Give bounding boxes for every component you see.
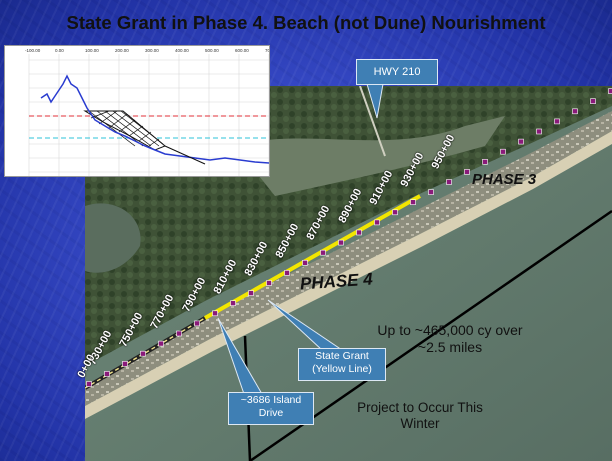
station-marker (410, 199, 416, 205)
phase-3-label: PHASE 3 (472, 171, 537, 188)
station-marker (140, 350, 146, 357)
station-marker (284, 270, 290, 276)
station-marker (428, 189, 434, 195)
inset-x-tick-label: 300.00 (145, 48, 159, 53)
inset-x-tick-label: -100.00 (25, 48, 41, 53)
inset-x-tick-label: 700.0 (265, 48, 270, 53)
inset-x-tick-label: 600.00 (235, 48, 249, 53)
address-callout: ~3686 Island Drive (228, 392, 314, 425)
station-marker (518, 138, 524, 145)
station-marker (176, 330, 182, 337)
station-marker (230, 300, 236, 306)
station-marker (392, 209, 398, 216)
station-marker (320, 249, 326, 256)
station-marker (302, 260, 308, 266)
station-marker (374, 219, 380, 226)
station-marker (572, 108, 578, 115)
station-marker (500, 148, 506, 155)
station-marker (464, 169, 470, 175)
inset-background (5, 46, 269, 176)
station-marker (536, 128, 542, 135)
station-marker (104, 371, 110, 377)
station-marker (338, 239, 344, 246)
station-marker (86, 381, 92, 387)
station-marker (212, 310, 218, 317)
hwy-210-callout: HWY 210 (356, 59, 438, 85)
volume-note: Up to ~465,000 cy over ~2.5 miles (377, 322, 523, 355)
station-marker (248, 290, 254, 296)
schedule-note: Project to Occur This Winter (357, 400, 483, 432)
station-marker (608, 88, 612, 94)
station-marker (446, 179, 452, 185)
station-marker (266, 280, 272, 286)
inset-x-tick-label: 0.00 (55, 48, 64, 53)
station-marker (356, 229, 362, 236)
inset-x-tick-label: 500.00 (205, 48, 219, 53)
station-marker (122, 360, 128, 367)
station-marker (482, 159, 488, 165)
slide-background: State Grant in Phase 4. Beach (not Dune)… (0, 0, 612, 461)
beach-profile-inset: -100.00 0.00 100.00 200.00 300.00 400.00 500.0… (4, 45, 270, 177)
inset-x-tick-label: 400.00 (175, 48, 189, 53)
slide-title: State Grant in Phase 4. Beach (not Dune)… (66, 12, 546, 33)
inset-x-tick-label: 200.00 (115, 48, 129, 53)
station-marker (554, 118, 560, 125)
inset-x-tick-label: 100.00 (85, 48, 99, 53)
station-marker (194, 320, 200, 327)
station-marker (158, 340, 164, 347)
station-marker (590, 98, 596, 104)
